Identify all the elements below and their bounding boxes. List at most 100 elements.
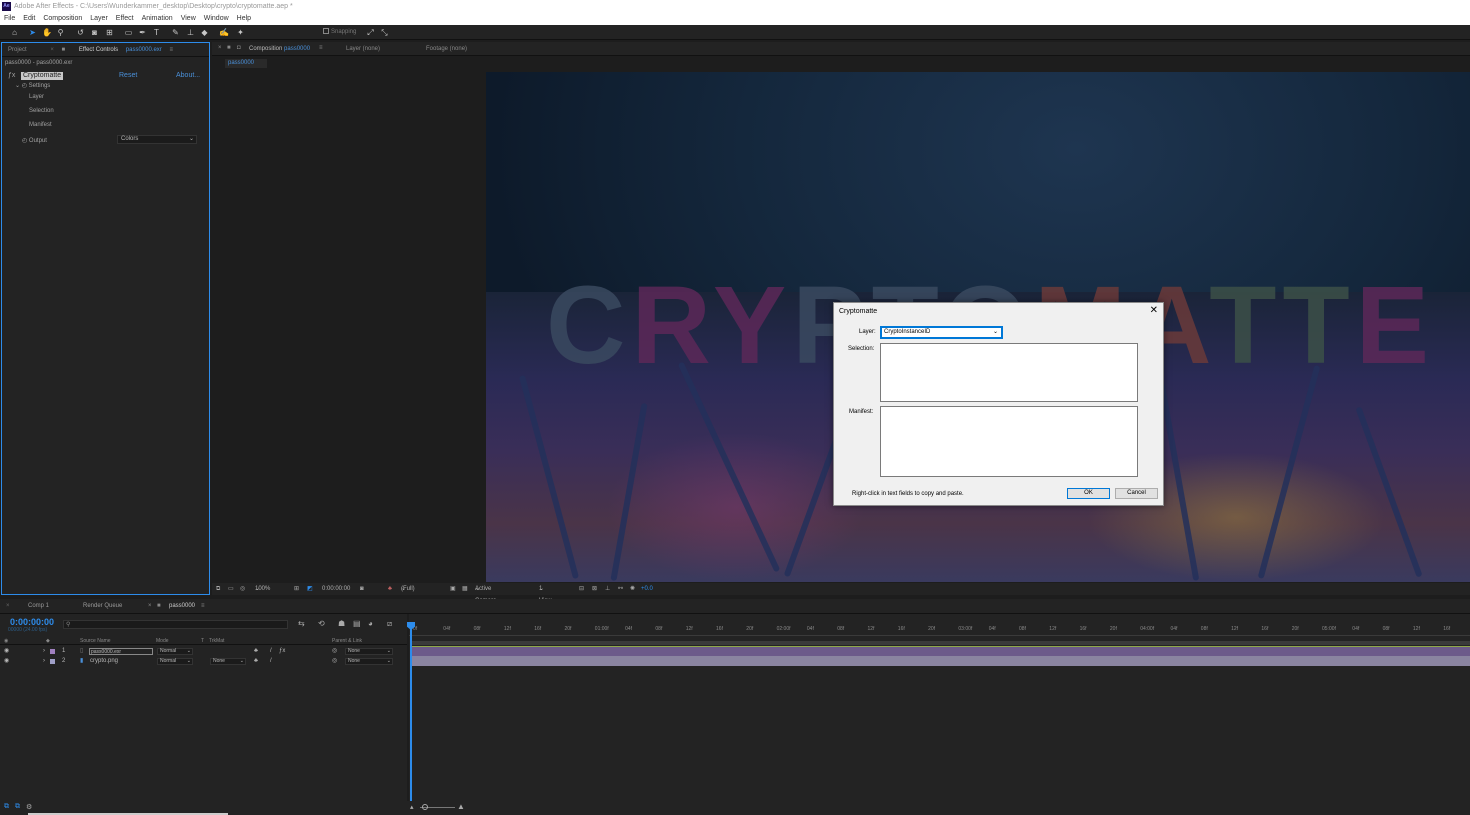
fx-switch-icon[interactable]: ƒx — [279, 647, 285, 656]
pen-tool-icon[interactable]: ✒ — [138, 28, 147, 37]
menu-edit[interactable]: Edit — [19, 13, 39, 25]
chevron-right-icon[interactable]: › — [43, 657, 45, 666]
graph-editor-icon[interactable]: ⧄ — [387, 619, 392, 629]
type-tool-icon[interactable]: T — [152, 28, 161, 37]
menu-layer[interactable]: Layer — [86, 13, 112, 25]
motion-blur-icon[interactable]: ◕ — [368, 619, 373, 628]
ok-button[interactable]: OK — [1067, 488, 1110, 499]
tab-composition[interactable]: Composition pass0000 — [249, 46, 310, 52]
pick-whip-icon[interactable]: ◎ — [332, 647, 337, 656]
fast-previews-icon[interactable]: ⊠ — [592, 583, 597, 595]
toggle-pixel-aspect-icon[interactable]: ⊟ — [579, 583, 584, 595]
in-out-icon[interactable]: ⚙ — [26, 803, 32, 811]
label-color-swatch[interactable] — [50, 649, 55, 654]
shy-layers-icon[interactable]: ☗ — [338, 619, 345, 628]
column-trkmat[interactable]: TrkMat — [209, 638, 224, 644]
roto-brush-tool-icon[interactable]: ✍ — [219, 28, 229, 37]
menu-view[interactable]: View — [177, 13, 200, 25]
output-select[interactable]: Colors ⌄ — [117, 135, 197, 144]
color-channels-icon[interactable]: ♣ — [388, 583, 392, 595]
monitor-icon[interactable]: ▭ — [228, 583, 234, 595]
dialog-selection-field[interactable] — [880, 343, 1138, 402]
column-parent[interactable]: Parent & Link — [332, 638, 362, 644]
column-source-name[interactable]: Source Name — [80, 638, 111, 644]
timeline-search-input[interactable]: ⚲ — [63, 620, 288, 629]
camera-tool-icon[interactable]: ◙ — [90, 28, 99, 37]
menu-effect[interactable]: Effect — [112, 13, 138, 25]
comp-breadcrumb[interactable]: pass0000 — [225, 59, 267, 68]
hand-tool-icon[interactable]: ✋ — [42, 28, 52, 37]
mode-select[interactable]: Normal ⌄ — [157, 648, 193, 655]
selection-tool-icon[interactable]: ➤ — [28, 28, 37, 37]
layer-name[interactable]: pass0000.exr — [89, 648, 153, 655]
snapping-toggle[interactable]: Snapping — [323, 28, 356, 37]
panel-menu-icon[interactable]: ≡ — [169, 43, 173, 57]
chevron-right-icon[interactable]: › — [43, 647, 45, 656]
label-color-swatch[interactable] — [50, 659, 55, 664]
rectangle-tool-icon[interactable]: ▭ — [124, 28, 133, 37]
shy-switch-icon[interactable]: ♣ — [254, 647, 258, 656]
snapping-checkbox[interactable] — [323, 28, 329, 35]
eye-icon[interactable]: ◉ — [4, 647, 9, 656]
close-icon[interactable]: × — [148, 599, 152, 614]
snap-option-icon[interactable]: ⤢ — [366, 28, 375, 37]
menu-composition[interactable]: Composition — [39, 13, 86, 25]
dialog-manifest-field[interactable] — [880, 406, 1138, 477]
panel-menu-icon[interactable]: ≡ — [319, 45, 323, 51]
trkmat-select[interactable]: None ⌄ — [210, 658, 246, 665]
table-row[interactable]: ◉ › 1 ▯ pass0000.exr Normal ⌄ ♣ / ƒx ◎ No… — [0, 647, 407, 656]
tab-project[interactable]: Project — [8, 43, 27, 57]
transparency-toggle-icon[interactable]: ▦ — [462, 583, 468, 595]
tab-effect-controls[interactable]: Effect Controls pass0000.exr — [73, 43, 162, 57]
tab-render-queue[interactable]: Render Queue — [83, 599, 122, 614]
zoom-in-icon[interactable]: ▲ — [457, 802, 465, 811]
menu-animation[interactable]: Animation — [138, 13, 177, 25]
quality-switch-icon[interactable]: / — [270, 647, 272, 656]
puppet-tool-icon[interactable]: ✦ — [236, 28, 245, 37]
table-row[interactable]: ◉ › 2 ▮ crypto.png Normal ⌄ None ⌄ ♣ / ◎ N… — [0, 657, 407, 666]
zoom-select[interactable]: 100% ⌄ — [255, 583, 270, 595]
flowchart-icon[interactable]: ⚯ — [618, 583, 623, 595]
cancel-button[interactable]: Cancel — [1115, 488, 1158, 499]
mask-visibility-icon[interactable]: ◎ — [240, 583, 245, 595]
always-preview-icon[interactable]: ⧉ — [216, 583, 220, 595]
panel-menu-icon[interactable]: ≡ — [201, 599, 205, 614]
menu-file[interactable]: File — [0, 13, 19, 25]
eye-icon[interactable]: ◉ — [4, 657, 9, 666]
playhead[interactable] — [410, 622, 412, 802]
parent-select[interactable]: None ⌄ — [345, 648, 393, 655]
zoom-tool-icon[interactable]: ⚲ — [56, 28, 65, 37]
tab-comp-1[interactable]: Comp 1 — [28, 599, 49, 614]
zoom-out-icon[interactable]: ▴ — [410, 803, 414, 811]
close-icon[interactable]: × — [6, 599, 10, 614]
stopwatch-icon[interactable]: ◴ — [22, 138, 27, 144]
menu-help[interactable]: Help — [233, 13, 255, 25]
camera-select[interactable]: Active Camera ⌄ — [475, 583, 496, 604]
menu-window[interactable]: Window — [200, 13, 233, 25]
effect-about-link[interactable]: About... — [176, 72, 200, 80]
lock-icon[interactable]: ■ — [62, 43, 66, 57]
column-t[interactable]: T — [201, 638, 204, 644]
brush-tool-icon[interactable]: ✎ — [171, 28, 180, 37]
current-time-display[interactable]: 0:00:00:00 — [322, 583, 350, 595]
dialog-layer-select[interactable]: CryptoInstanceID ⌄ — [880, 326, 1003, 339]
tab-footage[interactable]: Footage (none) — [426, 46, 467, 52]
layer-bar-crypto[interactable] — [412, 656, 1470, 666]
resolution-select[interactable]: (Full) ⌄ — [401, 583, 415, 595]
column-mode[interactable]: Mode — [156, 638, 169, 644]
layer-bar-pass0000[interactable] — [412, 646, 1470, 656]
tab-pass0000[interactable]: pass0000 — [169, 599, 195, 614]
pick-whip-icon[interactable]: ◎ — [332, 657, 337, 666]
snapshot-icon[interactable]: ◙ — [360, 583, 364, 595]
zoom-slider-handle[interactable] — [422, 804, 428, 810]
transparency-grid-icon[interactable]: ◩ — [307, 583, 313, 595]
rotate-tool-icon[interactable]: ↺ — [76, 28, 85, 37]
snap-option-2-icon[interactable]: ⤡ — [380, 28, 389, 37]
mode-select[interactable]: Normal ⌄ — [157, 658, 193, 665]
draft-3d-icon[interactable]: ⟲ — [318, 619, 325, 628]
tab-layer[interactable]: Layer (none) — [346, 46, 380, 52]
fx-toggle-icon[interactable]: ƒx — [8, 72, 15, 80]
layer-name[interactable]: crypto.png — [90, 657, 118, 666]
timeline-ruler[interactable]: 0f 04f 08f 12f 16f 20f 01:00f 04f 08f 12f 16f 20f 02… — [409, 620, 1470, 636]
comp-mini-flowchart-icon[interactable]: ⇆ — [298, 619, 305, 628]
